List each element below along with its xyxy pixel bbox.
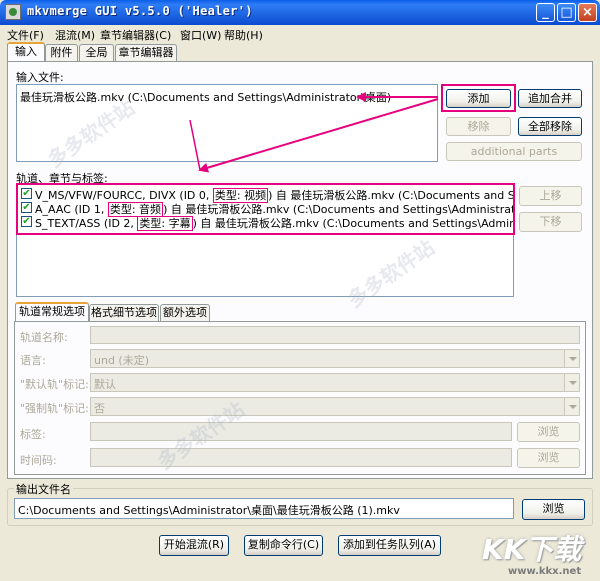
app-icon (5, 4, 21, 20)
remove-all-button[interactable]: 全部移除 (518, 117, 582, 136)
track-type: 类型: 字幕 (137, 216, 193, 231)
input-files-list[interactable]: 最佳玩滑板公路.mkv (C:\Documents and Settings\A… (16, 84, 438, 162)
language-value: und (未定) (94, 354, 150, 367)
tab-extra-options[interactable]: 额外选项 (160, 304, 210, 321)
track-name-input[interactable] (90, 326, 580, 344)
track-checkbox-subtitle[interactable]: ✔ (21, 216, 32, 227)
menu-chapter-editor[interactable]: 章节编辑器(C) (100, 27, 171, 43)
tab-format-specific[interactable]: 格式细节选项 (89, 304, 159, 321)
menu-help[interactable]: 帮助(H) (224, 27, 263, 43)
output-browse-button[interactable]: 浏览 (522, 499, 585, 520)
tab-global[interactable]: 全局 (79, 44, 114, 61)
chevron-down-icon (564, 374, 579, 391)
output-label: 输出文件名 (14, 481, 73, 497)
track-checkbox-video[interactable]: ✔ (21, 188, 32, 199)
chevron-down-icon (564, 398, 579, 415)
track-name-label: 轨道名称: (20, 331, 68, 344)
minimize-button[interactable]: _ (536, 3, 555, 22)
additional-parts-button[interactable]: additional parts (446, 142, 582, 161)
menu-file[interactable]: 文件(F) (7, 27, 44, 43)
start-muxing-button[interactable]: 开始混流(R) (159, 535, 229, 556)
timecodes-label: 时间码: (20, 454, 57, 467)
move-down-button[interactable]: 下移 (519, 212, 582, 232)
forced-flag-label: "强制轨"标记: (20, 402, 89, 415)
language-label: 语言: (20, 354, 46, 367)
brand-logo: KK下载 (482, 533, 582, 566)
move-up-button[interactable]: 上移 (519, 186, 582, 206)
input-files-label: 输入文件: (16, 71, 64, 84)
output-filename-input[interactable]: C:\Documents and Settings\Administrator\… (14, 498, 514, 519)
default-flag-value: 默认 (94, 378, 116, 391)
tab-track-general[interactable]: 轨道常规选项 (15, 302, 89, 321)
tab-chapter-editor[interactable]: 章节编辑器 (115, 44, 177, 61)
track-desc: S_TEXT/ASS (ID 2, (35, 217, 138, 230)
track-checkbox-audio[interactable]: ✔ (21, 202, 32, 213)
tab-input[interactable]: 输入 (7, 42, 45, 61)
input-file-item[interactable]: 最佳玩滑板公路.mkv (C:\Documents and Settings\A… (20, 89, 391, 105)
menu-window[interactable]: 窗口(W) (180, 27, 221, 43)
tab-attachments[interactable]: 附件 (45, 44, 78, 61)
default-flag-select[interactable]: 默认 (90, 373, 580, 392)
add-to-job-queue-button[interactable]: 添加到任务队列(A) (338, 535, 441, 556)
output-filename-value: C:\Documents and Settings\Administrator\… (18, 504, 400, 517)
close-button[interactable]: × (578, 3, 597, 22)
forced-flag-value: 否 (94, 402, 105, 415)
remove-button[interactable]: 移除 (446, 117, 511, 136)
append-button[interactable]: 追加合并 (518, 89, 582, 108)
brand-url: www.kkx.net (508, 566, 582, 577)
tags-browse-button[interactable]: 浏览 (517, 422, 580, 442)
forced-flag-select[interactable]: 否 (90, 397, 580, 416)
tags-label: 标签: (20, 428, 46, 441)
window-title: mkvmerge GUI v5.5.0 ('Healer') (27, 4, 253, 18)
maximize-button[interactable]: □ (557, 3, 576, 22)
copy-command-line-button[interactable]: 复制命令行(C) (244, 535, 323, 556)
track-source: ) 自 最佳玩滑板公路.mkv (C:\Documents and Settin… (192, 217, 513, 230)
add-button[interactable]: 添加 (446, 89, 511, 108)
language-select[interactable]: und (未定) (90, 349, 580, 368)
chevron-down-icon (564, 350, 579, 367)
default-flag-label: "默认轨"标记: (20, 378, 89, 391)
menu-mux[interactable]: 混流(M) (55, 27, 95, 43)
tags-input[interactable] (90, 422, 512, 441)
track-item-subtitle[interactable]: S_TEXT/ASS (ID 2, 类型: 字幕) 自 最佳玩滑板公路.mkv … (35, 215, 513, 231)
timecodes-input[interactable] (90, 448, 512, 467)
timecodes-browse-button[interactable]: 浏览 (517, 448, 580, 468)
